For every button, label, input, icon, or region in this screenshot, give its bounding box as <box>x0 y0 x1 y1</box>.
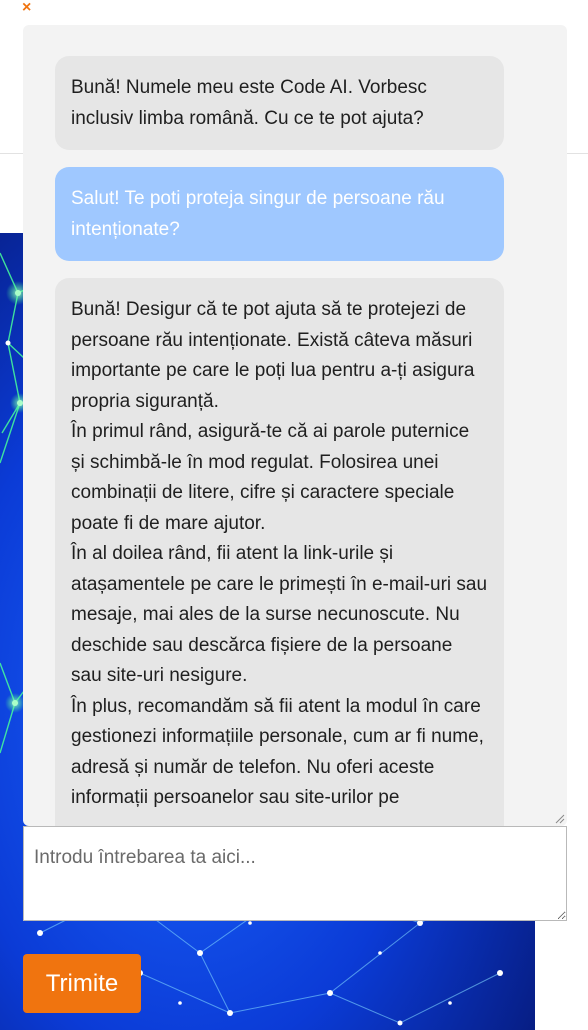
user-message: Salut! Te poti proteja singur de persoan… <box>55 167 504 261</box>
close-icon[interactable]: × <box>22 0 31 16</box>
resize-grip-icon[interactable] <box>553 812 565 824</box>
chat-history-panel[interactable]: Bună! Numele meu este Code AI. Vorbesc i… <box>23 25 567 826</box>
send-button[interactable]: Trimite <box>23 954 141 1013</box>
question-input[interactable] <box>23 826 567 921</box>
bot-message: Bună! Desigur că te pot ajuta să te prot… <box>55 278 504 826</box>
bot-message: Bună! Numele meu este Code AI. Vorbesc i… <box>55 56 504 150</box>
